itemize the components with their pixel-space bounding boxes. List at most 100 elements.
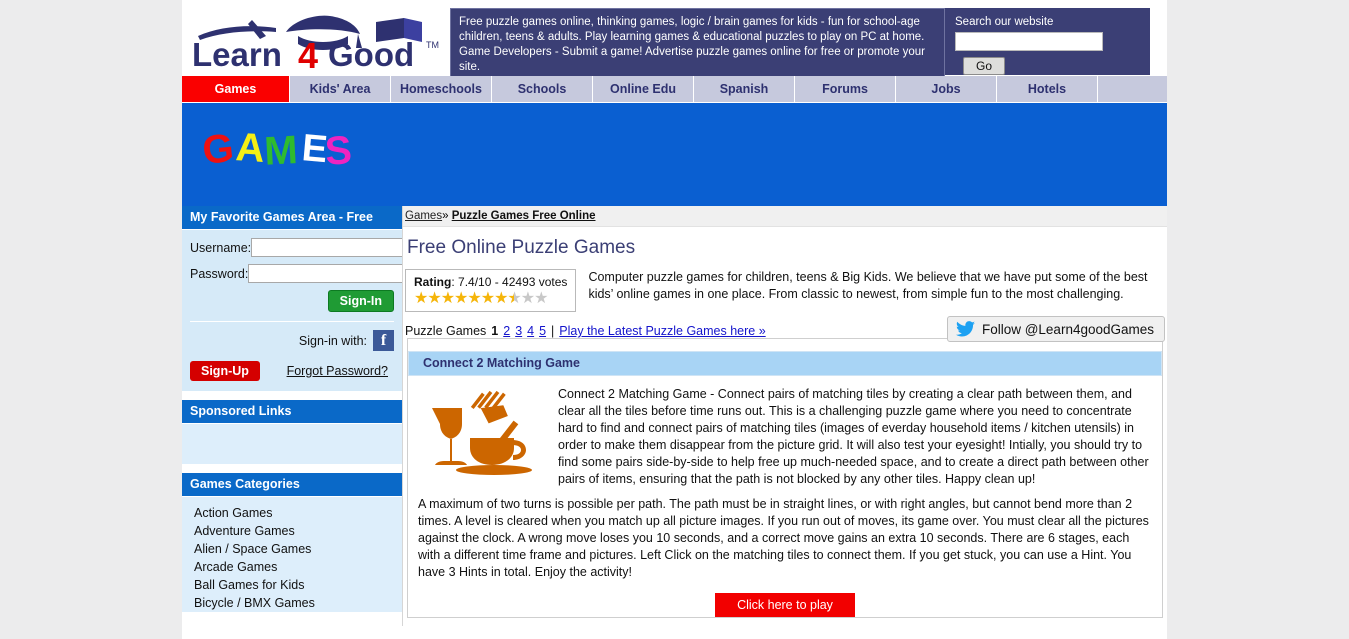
game-description-2: A maximum of two turns is possible per p…: [418, 497, 1149, 579]
pagination: Puzzle Games 1 2 3 4 5 | Play the Latest…: [405, 316, 1165, 342]
signup-row: Sign-Up Forgot Password?: [190, 361, 394, 381]
page-title: Free Online Puzzle Games: [407, 237, 636, 258]
site-search: Search our website Go: [945, 8, 1150, 75]
nav-item-forums[interactable]: Forums: [795, 76, 896, 102]
learn4good-logo-icon: Learn 4 Good TM: [192, 15, 439, 72]
nav-item-kids-area[interactable]: Kids' Area: [290, 76, 391, 102]
svg-text:S: S: [324, 128, 354, 174]
sidebar: My Favorite Games Area - Free Username: …: [182, 206, 415, 626]
password-row: Password:: [190, 264, 412, 283]
pagination-label: Puzzle Games: [405, 324, 487, 338]
signin-row: Sign-In: [190, 290, 394, 312]
games-categories-title: Games Categories: [182, 473, 402, 497]
category-item-arcade[interactable]: Arcade Games: [182, 558, 402, 576]
rating-stars[interactable]: ★ ★ ★ ★ ★ ★ ★ ★ ★ ★: [414, 291, 567, 307]
game-body: Connect 2 Matching Game - Connect pairs …: [408, 376, 1162, 488]
svg-text:4: 4: [298, 35, 318, 72]
nav-item-schools[interactable]: Schools: [492, 76, 593, 102]
star-7-icon: ★: [494, 290, 508, 307]
username-input[interactable]: [251, 238, 415, 257]
breadcrumb: Games» Puzzle Games Free Online: [403, 206, 1167, 227]
rating-colon: :: [451, 275, 459, 289]
nav-item-spanish[interactable]: Spanish: [694, 76, 795, 102]
intro-row: Rating: 7.4/10 - 42493 votes ★ ★ ★ ★ ★ ★…: [405, 269, 1165, 312]
site-header: Learn 4 Good TM Free puzzle games online…: [182, 0, 1167, 83]
game-title[interactable]: Connect 2 Matching Game: [408, 351, 1162, 376]
page-container: Learn 4 Good TM Free puzzle games online…: [182, 0, 1167, 639]
search-input[interactable]: [955, 32, 1103, 51]
svg-text:TM: TM: [426, 40, 439, 50]
nav-item-games[interactable]: Games: [182, 76, 290, 102]
game-description-1: Connect 2 Matching Game - Connect pairs …: [558, 387, 1149, 486]
nav-item-hotels[interactable]: Hotels: [997, 76, 1098, 102]
site-logo[interactable]: Learn 4 Good TM: [182, 0, 450, 72]
social-signin-row: Sign-in with: f: [190, 330, 394, 351]
twitter-follow-label: Follow @Learn4goodGames: [981, 321, 1154, 337]
header-tagline: Free puzzle games online, thinking games…: [450, 8, 945, 83]
games-wordmark-icon: G A M E S: [204, 125, 354, 174]
games-categories-list: Action Games Adventure Games Alien / Spa…: [182, 497, 402, 612]
category-item-alien-space[interactable]: Alien / Space Games: [182, 540, 402, 558]
search-label: Search our website: [955, 16, 1054, 28]
password-input[interactable]: [248, 264, 412, 283]
sign-in-button[interactable]: Sign-In: [327, 290, 394, 312]
username-label: Username:: [190, 240, 252, 255]
breadcrumb-separator: »: [442, 210, 449, 222]
click-here-to-play-button[interactable]: Click here to play: [715, 593, 855, 617]
pagination-page-3[interactable]: 3: [515, 324, 522, 338]
breadcrumb-root-link[interactable]: Games: [405, 210, 442, 222]
main-column: Games» Puzzle Games Free Online Free Onl…: [402, 206, 1167, 626]
intro-text: Computer puzzle games for children, teen…: [588, 270, 1148, 301]
panel-divider: [190, 321, 394, 322]
category-item-bicycle-bmx[interactable]: Bicycle / BMX Games: [182, 594, 402, 612]
pagination-page-2[interactable]: 2: [503, 324, 510, 338]
star-2-icon: ★: [427, 290, 441, 307]
game-card: Connect 2 Matching Game Connect 2 Matchi…: [407, 338, 1163, 618]
rating-value: 7.4/10 - 42493 votes: [458, 275, 568, 289]
play-row: Click here to play: [408, 593, 1162, 617]
main-content: Free Online Puzzle Games Rating: 7.4/10 …: [403, 227, 1167, 618]
svg-text:Good: Good: [328, 36, 414, 72]
nav-spacer: [1098, 76, 1167, 102]
facebook-icon[interactable]: f: [373, 330, 394, 351]
twitter-bird-icon: [955, 321, 975, 337]
content-area: My Favorite Games Area - Free Username: …: [182, 206, 1167, 626]
game-thumbnail[interactable]: [416, 386, 548, 483]
twitter-follow-button[interactable]: Follow @Learn4goodGames: [946, 316, 1165, 342]
nav-item-homeschools[interactable]: Homeschools: [391, 76, 492, 102]
pagination-page-5[interactable]: 5: [539, 324, 546, 338]
category-item-action[interactable]: Action Games: [182, 504, 402, 522]
forgot-password-link[interactable]: Forgot Password?: [287, 364, 388, 378]
breadcrumb-current[interactable]: Puzzle Games Free Online: [452, 210, 596, 222]
star-1-icon: ★: [414, 290, 428, 307]
sidebar-gap-1: [182, 391, 402, 400]
latest-games-link[interactable]: Play the Latest Puzzle Games here »: [559, 324, 765, 338]
svg-text:Learn: Learn: [192, 36, 282, 72]
star-3-icon: ★: [440, 290, 455, 307]
category-item-adventure[interactable]: Adventure Games: [182, 522, 402, 540]
login-panel: Username: Password: Sign-In Sign-in with…: [182, 230, 415, 391]
star-5-icon: ★: [467, 290, 481, 307]
pagination-page-4[interactable]: 4: [527, 324, 534, 338]
password-label: Password:: [190, 266, 249, 281]
sponsored-links-body: [182, 424, 402, 464]
social-signin-label: Sign-in with:: [298, 333, 367, 348]
games-banner: G A M E S: [182, 103, 1167, 206]
username-row: Username:: [190, 238, 415, 257]
svg-text:G: G: [204, 126, 236, 173]
category-item-ball-games[interactable]: Ball Games for Kids: [182, 576, 402, 594]
svg-text:A: A: [234, 125, 266, 171]
rating-box: Rating: 7.4/10 - 42493 votes ★ ★ ★ ★ ★ ★…: [405, 269, 577, 312]
star-10-icon: ★: [534, 290, 548, 307]
nav-item-jobs[interactable]: Jobs: [896, 76, 997, 102]
sign-up-button[interactable]: Sign-Up: [190, 361, 260, 381]
search-go-button[interactable]: Go: [963, 57, 1006, 75]
sponsored-links-title: Sponsored Links: [182, 400, 402, 424]
nav-item-online-edu[interactable]: Online Edu: [593, 76, 694, 102]
star-8-icon: ★: [507, 290, 521, 307]
pagination-divider: |: [551, 324, 555, 338]
kitchen-utensils-icon: [432, 390, 532, 475]
pagination-current-page: 1: [491, 324, 499, 338]
svg-text:M: M: [263, 128, 299, 174]
sidebar-gap-2: [182, 464, 402, 473]
